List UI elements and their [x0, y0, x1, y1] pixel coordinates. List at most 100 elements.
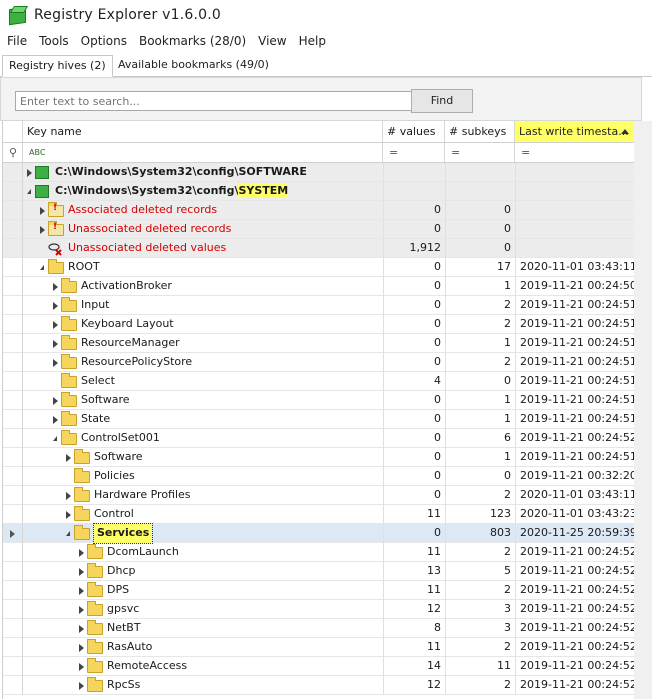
expand-icon[interactable]: [53, 321, 58, 329]
folder-icon: [61, 430, 77, 445]
menu-file[interactable]: File: [0, 34, 32, 48]
deleted-folder-icon: !: [48, 221, 64, 236]
header-last-write[interactable]: Last write timesta...: [515, 121, 635, 142]
header-subkeys[interactable]: # subkeys: [445, 121, 515, 142]
expand-icon[interactable]: [53, 340, 58, 348]
last-write-timestamp: 2019-11-21 00:24:52: [515, 543, 637, 562]
expand-icon[interactable]: [53, 359, 58, 367]
tree-row[interactable]: Policies 0 0 2019-11-21 00:32:20: [3, 467, 637, 486]
tree-row[interactable]: Select 4 0 2019-11-21 00:24:51: [3, 372, 637, 391]
row-indicator: [3, 277, 23, 296]
collapse-icon[interactable]: [40, 265, 44, 270]
row-indicator: [3, 391, 23, 410]
expand-icon[interactable]: [53, 416, 58, 424]
tree-row[interactable]: ROOT 0 17 2020-11-01 03:43:11: [3, 258, 637, 277]
values-count: 0: [383, 201, 445, 220]
tree-row[interactable]: Services 0 803 2020-11-25 20:59:39: [3, 523, 637, 544]
menu-view[interactable]: View: [251, 34, 291, 48]
expand-icon[interactable]: [66, 492, 71, 500]
tree-row[interactable]: Dhcp 13 5 2019-11-21 00:24:52: [3, 562, 637, 581]
expand-icon[interactable]: [79, 644, 84, 652]
key-name: State: [81, 410, 110, 429]
tree-row[interactable]: DcomLaunch 11 2 2019-11-21 00:24:52: [3, 543, 637, 562]
tree-row[interactable]: ControlSet001 0 6 2019-11-21 00:24:52: [3, 429, 637, 448]
header-key-name[interactable]: Key name: [23, 121, 383, 142]
collapse-icon[interactable]: [27, 189, 31, 194]
tab-strip: Registry hives (2) Available bookmarks (…: [0, 55, 652, 77]
filter-subkeys[interactable]: =: [445, 143, 515, 162]
tree-row[interactable]: RpcSs 12 2 2019-11-21 00:24:52: [3, 676, 637, 695]
key-name-text: ResourceManager: [81, 336, 180, 349]
deleted-folder-icon: !: [48, 202, 64, 217]
expand-icon[interactable]: [53, 302, 58, 310]
menu-options[interactable]: Options: [74, 34, 132, 48]
last-write-timestamp: 2020-11-25 20:59:39: [515, 524, 637, 543]
last-write-timestamp: 2019-11-21 00:24:52: [515, 581, 637, 600]
tree-row[interactable]: NetBT 8 3 2019-11-21 00:24:52: [3, 619, 637, 638]
expand-icon[interactable]: [66, 511, 71, 519]
tree-row[interactable]: Unassociated deleted values 1,912 0: [3, 239, 635, 258]
key-name: ResourceManager: [81, 334, 180, 353]
expand-icon[interactable]: [40, 207, 45, 215]
expand-icon[interactable]: [79, 549, 84, 557]
search-input[interactable]: [15, 91, 413, 111]
values-count: 0: [383, 220, 445, 239]
tab-available-bookmarks[interactable]: Available bookmarks (49/0): [112, 55, 275, 75]
tree-row[interactable]: C:\Windows\System32\config\SOFTWARE: [3, 163, 635, 182]
tree-row[interactable]: ! Associated deleted records 0 0: [3, 201, 635, 220]
menu-help[interactable]: Help: [292, 34, 331, 48]
tree-row[interactable]: Input 0 2 2019-11-21 00:24:51: [3, 296, 637, 315]
tree-row[interactable]: DPS 11 2 2019-11-21 00:24:52: [3, 581, 637, 600]
expand-icon[interactable]: [79, 568, 84, 576]
expand-icon[interactable]: [53, 283, 58, 291]
row-indicator: [3, 486, 23, 505]
filter-timestamp[interactable]: =: [515, 143, 635, 162]
tree-row[interactable]: RemoteAccess 14 11 2019-11-21 00:24:52: [3, 657, 637, 676]
key-name: gpsvc: [107, 600, 139, 619]
expand-icon[interactable]: [40, 226, 45, 234]
menu-tools[interactable]: Tools: [32, 34, 74, 48]
key-name-text: gpsvc: [107, 602, 140, 615]
tree-row[interactable]: Hardware Profiles 0 2 2020-11-01 03:43:11: [3, 486, 637, 505]
expand-icon[interactable]: [79, 606, 84, 614]
tree-row[interactable]: Software 0 1 2019-11-21 00:24:51: [3, 448, 637, 467]
tree-row[interactable]: gpsvc 12 3 2019-11-21 00:24:52: [3, 600, 637, 619]
subkeys-count: 6: [445, 429, 515, 448]
menu-bookmarks[interactable]: Bookmarks (28/0): [132, 34, 251, 48]
tree-row[interactable]: RasAuto 11 2 2019-11-21 00:24:52: [3, 638, 637, 657]
expand-icon[interactable]: [79, 663, 84, 671]
find-button[interactable]: Find: [411, 89, 473, 113]
key-name: Policies: [94, 467, 135, 486]
collapse-icon[interactable]: [53, 436, 57, 441]
collapse-icon[interactable]: [66, 531, 70, 536]
tree-row[interactable]: ActivationBroker 0 1 2019-11-21 00:24:50: [3, 277, 637, 296]
tab-registry-hives[interactable]: Registry hives (2): [2, 55, 113, 77]
expand-icon[interactable]: [79, 625, 84, 633]
key-name-text: Policies: [94, 469, 135, 482]
tree-row[interactable]: ResourcePolicyStore 0 2 2019-11-21 00:24:51: [3, 353, 637, 372]
expand-icon[interactable]: [79, 587, 84, 595]
expand-icon[interactable]: [27, 169, 32, 177]
header-values[interactable]: # values: [383, 121, 445, 142]
expand-icon[interactable]: [79, 682, 84, 690]
folder-icon: [48, 259, 64, 274]
values-count: 8: [383, 619, 445, 638]
key-tree-grid: Key name # values # subkeys Last write t…: [2, 121, 637, 699]
expand-icon[interactable]: [66, 454, 71, 462]
expand-icon[interactable]: [53, 397, 58, 405]
vertical-scrollbar[interactable]: [634, 121, 652, 699]
last-write-timestamp: 2019-11-21 00:24:51: [515, 410, 637, 429]
tree-row[interactable]: Software 0 1 2019-11-21 00:24:51: [3, 391, 637, 410]
tree-row[interactable]: State 0 1 2019-11-21 00:24:51: [3, 410, 637, 429]
row-indicator: [3, 676, 23, 695]
tree-row[interactable]: ResourceManager 0 1 2019-11-21 00:24:51: [3, 334, 637, 353]
filter-values[interactable]: =: [383, 143, 445, 162]
tree-row[interactable]: ! Unassociated deleted records 0 0: [3, 220, 635, 239]
subkeys-count: 1: [445, 277, 515, 296]
filter-key-name[interactable]: ABC: [23, 143, 383, 162]
subkeys-count: 0: [445, 467, 515, 486]
key-name-text: Dhcp: [107, 564, 136, 577]
tree-row[interactable]: Keyboard Layout 0 2 2019-11-21 00:24:51: [3, 315, 637, 334]
tree-row[interactable]: Control 11 123 2020-11-01 03:43:23: [3, 505, 637, 524]
tree-row[interactable]: C:\Windows\System32\config\SYSTEM: [3, 182, 635, 201]
